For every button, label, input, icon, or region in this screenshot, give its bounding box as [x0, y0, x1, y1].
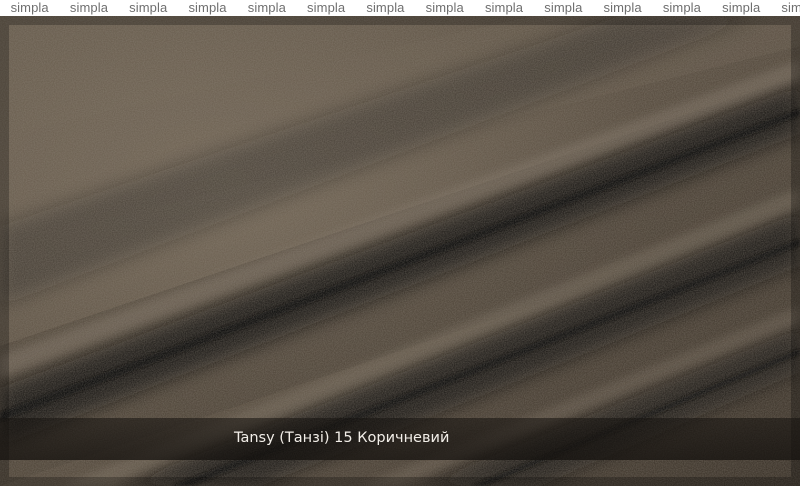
- watermark-text: simpla: [781, 0, 800, 15]
- product-caption: Tansy (Танзі) 15 Коричневий: [234, 430, 450, 446]
- watermark-text: simpla: [662, 0, 701, 15]
- fabric-photo: [0, 16, 800, 486]
- watermark-text: simpla: [366, 0, 405, 15]
- watermark-strip: simpla simpla simpla simpla simpla simpla simp…: [0, 0, 800, 16]
- watermark-text: simpla: [129, 0, 168, 15]
- watermark-text: simpla: [603, 0, 642, 15]
- watermark-text: simpla: [247, 0, 286, 15]
- watermark-text: simpla: [69, 0, 109, 15]
- watermark-text: simpla: [10, 0, 49, 15]
- watermark-text: simpla: [188, 0, 227, 15]
- watermark-text: simpla: [307, 0, 346, 15]
- watermark-text: simpla: [544, 0, 583, 15]
- watermark-text: simpla: [484, 0, 524, 15]
- watermark-text: simpla: [722, 0, 761, 15]
- product-image-frame: simpla simpla simpla simpla simpla simpla simp…: [0, 0, 800, 486]
- watermark-text: simpla: [425, 0, 464, 15]
